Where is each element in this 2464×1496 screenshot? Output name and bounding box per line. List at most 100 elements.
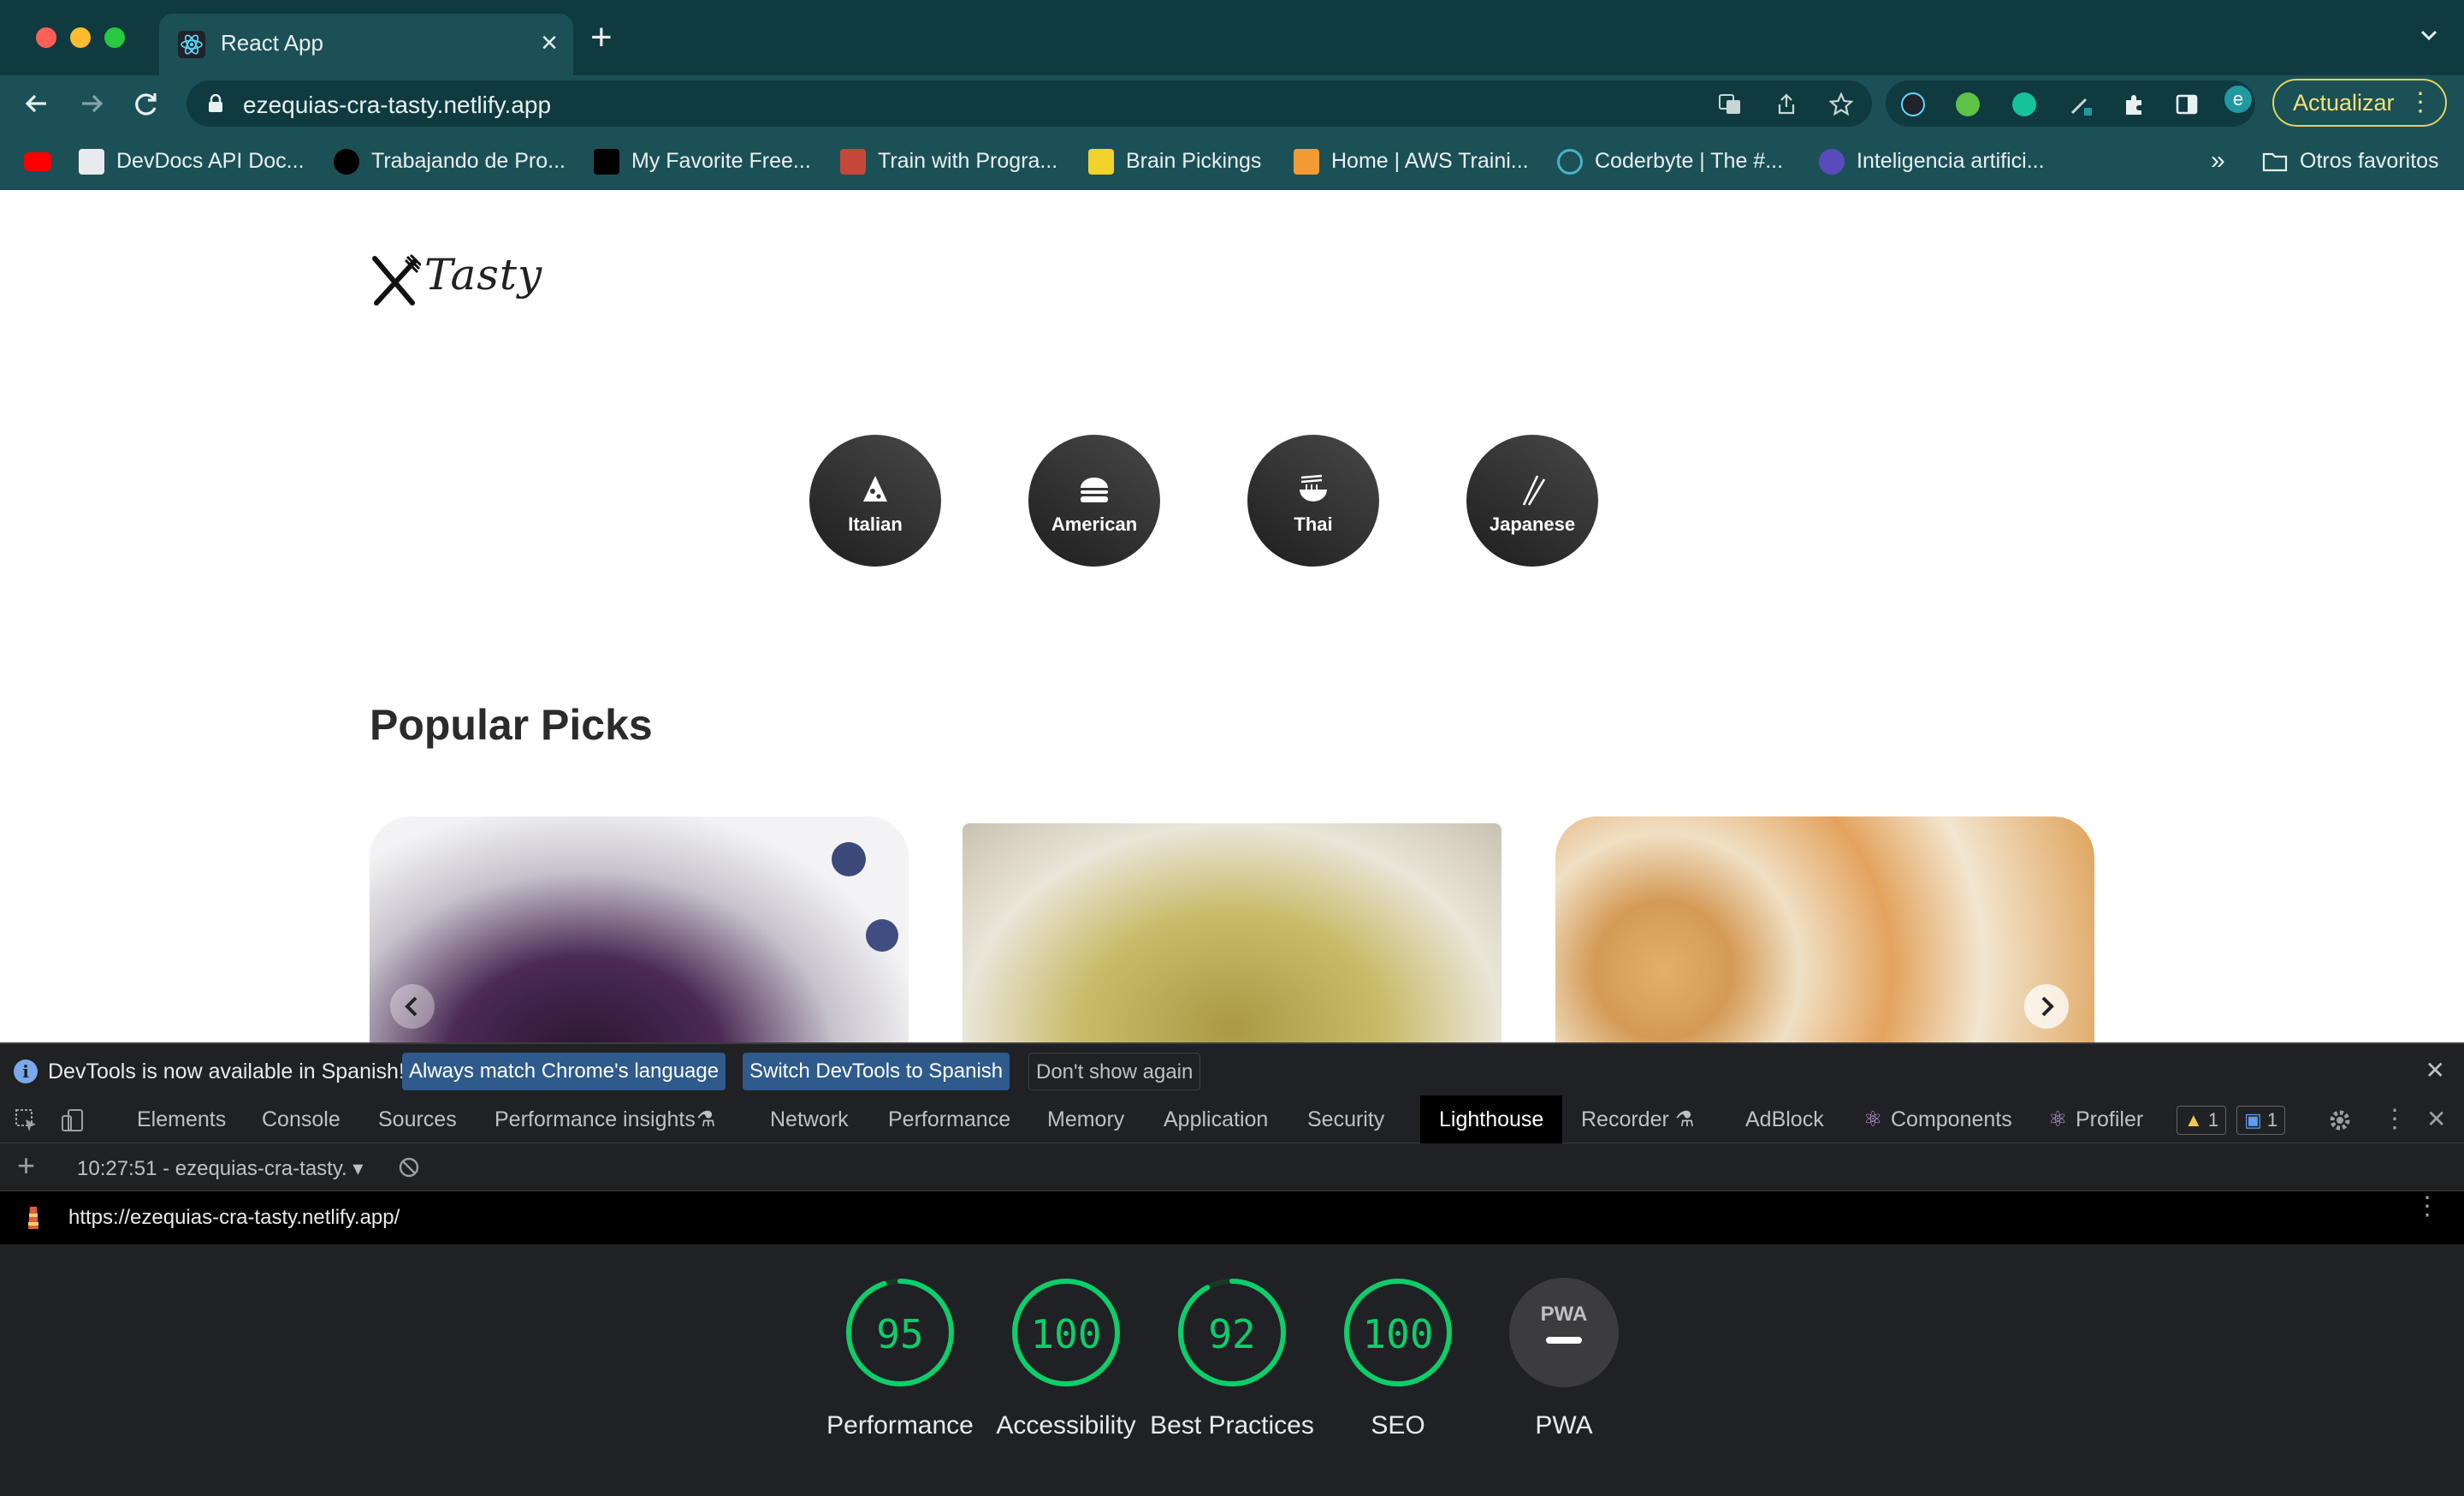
tab-performance[interactable]: Performance	[888, 1095, 1010, 1143]
category-american[interactable]: American	[1028, 435, 1160, 567]
close-devtools-icon[interactable]: ✕	[2426, 1095, 2446, 1143]
browser-tab[interactable]: React App ×	[159, 14, 573, 75]
chopsticks-icon	[1522, 475, 1546, 506]
dont-show-again-button[interactable]: Don't show again	[1028, 1053, 1201, 1090]
device-toolbar-icon[interactable]	[60, 1107, 86, 1133]
tab-application[interactable]: Application	[1164, 1095, 1268, 1143]
switch-to-spanish-button[interactable]: Switch DevTools to Spanish	[743, 1053, 1010, 1090]
bookmark-trabajando[interactable]: Trabajando de Pro...	[334, 145, 566, 176]
close-infobar-icon[interactable]: ✕	[2426, 1056, 2445, 1084]
thumbs-up-extension-icon[interactable]	[1956, 92, 1980, 116]
category-thai[interactable]: Thai	[1247, 435, 1379, 567]
tab-network[interactable]: Network	[770, 1095, 849, 1143]
messages-badge[interactable]: ▣ 1	[2236, 1106, 2286, 1135]
bookmark-label: Train with Progra...	[878, 149, 1058, 173]
bookmark-star-icon[interactable]	[1829, 92, 1853, 116]
score-gauge-performance[interactable]: 95 Performance	[826, 1277, 974, 1440]
tab-components[interactable]: Components	[1891, 1095, 2012, 1143]
chevron-right-icon[interactable]	[2024, 984, 2069, 1029]
react-icon	[178, 31, 205, 58]
tab-adblock[interactable]: AdBlock	[1745, 1095, 1824, 1143]
tab-memory[interactable]: Memory	[1047, 1095, 1124, 1143]
report-selector-label: 10:27:51 - ezequias-cra-tasty.	[77, 1157, 347, 1180]
gear-icon[interactable]	[2327, 1107, 2353, 1133]
reload-icon[interactable]	[128, 86, 164, 122]
profile-avatar[interactable]: e	[2224, 86, 2252, 113]
score-gauge-seo[interactable]: 100 SEO	[1338, 1277, 1458, 1440]
puzzle-extensions-icon[interactable]	[2122, 92, 2146, 116]
url-text[interactable]: ezequias-cra-tasty.netlify.app	[243, 92, 551, 119]
messages-count: 1	[2266, 1109, 2278, 1131]
message-icon: ▣	[2244, 1109, 2262, 1131]
bookmark-coderbyte[interactable]: Coderbyte | The #...	[1557, 145, 1783, 176]
bookmark-label: DevDocs API Doc...	[116, 149, 305, 173]
lock-icon[interactable]	[207, 94, 224, 113]
update-button[interactable]: Actualizar ⋮	[2272, 79, 2447, 127]
bookmark-aws[interactable]: Home | AWS Traini...	[1294, 145, 1529, 176]
recipe-card[interactable]	[962, 823, 1502, 1042]
share-icon[interactable]	[1774, 92, 1798, 116]
score-gauge-pwa[interactable]: PWA PWA	[1504, 1277, 1624, 1440]
bookmark-train[interactable]: Train with Progra...	[840, 145, 1057, 176]
close-tab-icon[interactable]: ×	[541, 26, 558, 60]
translate-icon[interactable]	[1718, 92, 1742, 116]
react-devtools-extension-icon[interactable]	[1901, 92, 1925, 116]
coderbyte-icon	[1557, 149, 1583, 175]
zoom-window-button[interactable]	[104, 27, 125, 48]
tab-profiler[interactable]: Profiler	[2076, 1095, 2143, 1143]
tab-lighthouse[interactable]: Lighthouse	[1420, 1095, 1563, 1143]
devtools-menu-icon[interactable]: ⋮	[2382, 1095, 2408, 1143]
bookmark-youtube[interactable]	[24, 145, 51, 176]
forward-arrow-icon[interactable]	[74, 86, 110, 122]
tab-performance-insights[interactable]: Performance insights	[495, 1095, 696, 1143]
minimize-window-button[interactable]	[70, 27, 91, 48]
clear-reports-icon[interactable]	[397, 1155, 421, 1179]
recipe-card[interactable]	[1555, 816, 2094, 1042]
address-bar[interactable]: ezequias-cra-tasty.netlify.app	[187, 80, 1872, 127]
bookmark-inteligencia[interactable]: Inteligencia artifici...	[1819, 145, 2045, 176]
extensions-area	[1886, 80, 2255, 127]
bookmark-devdocs[interactable]: DevDocs API Doc...	[79, 145, 305, 176]
report-url[interactable]: https://ezequias-cra-tasty.netlify.app/	[68, 1206, 400, 1230]
pizza-icon	[863, 476, 887, 502]
score-gauge-best-practices[interactable]: 92 Best Practices	[1150, 1277, 1314, 1440]
category-japanese[interactable]: Japanese	[1466, 435, 1598, 567]
tab-elements[interactable]: Elements	[137, 1095, 226, 1143]
close-window-button[interactable]	[36, 27, 56, 48]
report-selector[interactable]: 10:27:51 - ezequias-cra-tasty. ▾	[77, 1156, 363, 1181]
other-bookmarks-folder[interactable]: Otros favoritos	[2262, 145, 2439, 176]
bookmark-label: Home | AWS Traini...	[1331, 149, 1529, 173]
inspect-element-icon[interactable]	[14, 1107, 39, 1133]
grammarly-icon[interactable]	[2012, 92, 2036, 116]
score-value: 95	[876, 1311, 924, 1357]
bookmark-label: Brain Pickings	[1126, 149, 1262, 173]
back-arrow-icon[interactable]	[19, 86, 55, 122]
side-panel-icon[interactable]	[2175, 92, 2199, 116]
category-italian[interactable]: Italian	[809, 435, 941, 567]
report-menu-icon[interactable]: ⋮	[2414, 1194, 2440, 1220]
warning-icon: ▲	[2184, 1109, 2203, 1131]
chrome-menu-icon[interactable]: ⋮	[2408, 80, 2433, 125]
new-report-button[interactable]: +	[17, 1149, 35, 1183]
pwa-badge-icon	[1509, 1278, 1619, 1387]
chevron-left-icon[interactable]	[390, 984, 435, 1029]
eyedropper-extension-icon[interactable]	[2069, 92, 2093, 116]
tab-security[interactable]: Security	[1307, 1095, 1384, 1143]
match-language-button[interactable]: Always match Chrome's language	[402, 1053, 726, 1090]
new-tab-button[interactable]: +	[590, 19, 613, 56]
bookmark-favorite-free[interactable]: My Favorite Free...	[594, 145, 811, 176]
bookmark-brain-pickings[interactable]: Brain Pickings	[1088, 145, 1261, 176]
bookmarks-overflow-button[interactable]: »	[2211, 145, 2225, 176]
tab-strip: React App × +	[0, 0, 2464, 75]
tab-recorder[interactable]: Recorder	[1581, 1095, 1669, 1143]
score-gauge-accessibility[interactable]: 100 Accessibility	[996, 1277, 1136, 1440]
devtools-tab-bar: Elements Console Sources Performance ins…	[0, 1095, 2464, 1143]
recipe-card[interactable]	[370, 816, 909, 1042]
chevron-down-icon[interactable]	[2420, 26, 2438, 45]
bookmark-label: My Favorite Free...	[631, 149, 811, 173]
tab-sources[interactable]: Sources	[378, 1095, 457, 1143]
tab-title: React App	[221, 30, 323, 56]
medium-icon	[594, 149, 619, 175]
warnings-badge[interactable]: ▲ 1	[2177, 1106, 2227, 1135]
tab-console[interactable]: Console	[262, 1095, 341, 1143]
